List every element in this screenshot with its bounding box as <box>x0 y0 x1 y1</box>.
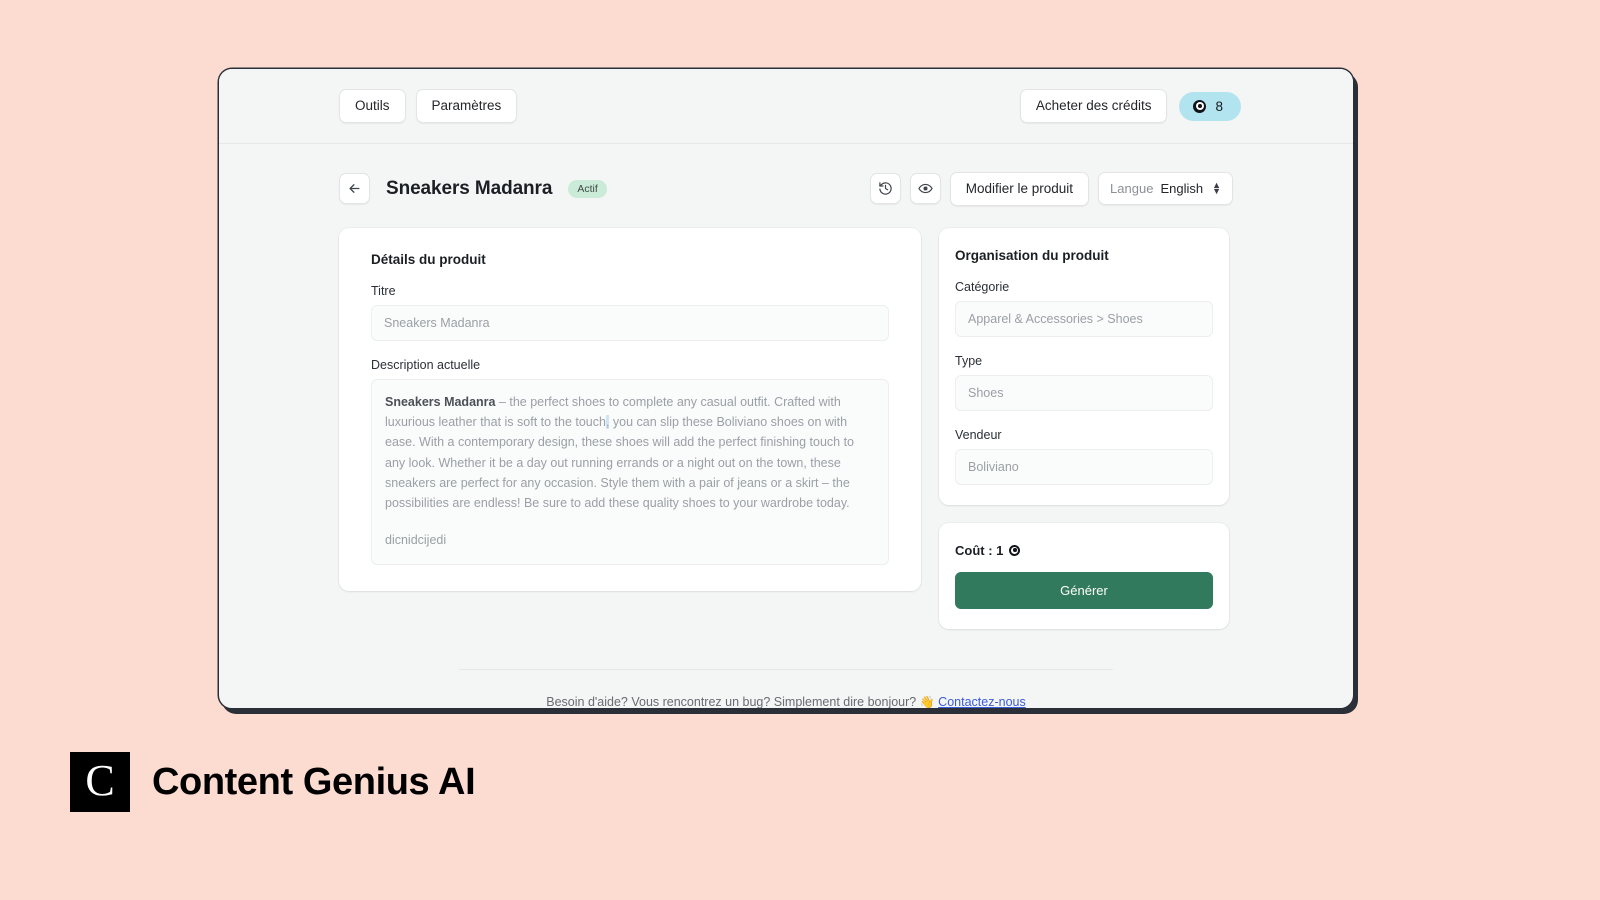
back-button[interactable] <box>339 173 370 205</box>
waving-hand-icon: 👋 <box>919 694 935 709</box>
vendor-field-label: Vendeur <box>955 427 1002 442</box>
description-textarea[interactable]: Sneakers Madanra – the perfect shoes to … <box>371 378 889 566</box>
language-select[interactable]: Langue English ▲ ▼ <box>1098 172 1233 206</box>
language-select-label: Langue <box>1110 181 1154 197</box>
vendor-input[interactable] <box>955 448 1213 485</box>
footer-help-text: Besoin d'aide? Vous rencontrez un bug? S… <box>546 694 917 709</box>
eye-icon <box>918 184 933 194</box>
type-field-label: Type <box>955 353 983 368</box>
brand-name: Content Genius AI <box>152 760 476 803</box>
category-field-label: Catégorie <box>955 279 1010 294</box>
page-header-left: Sneakers Madanra Actif <box>339 173 607 205</box>
description-extra-line: dicnidcijedi <box>385 532 447 547</box>
arrow-left-icon <box>349 184 360 194</box>
contact-link[interactable]: Contactez-nous <box>938 695 1026 709</box>
app-header: Outils Paramètres Acheter des crédits 8 <box>219 69 1353 144</box>
coin-icon <box>1009 544 1021 556</box>
page-root: Outils Paramètres Acheter des crédits 8 <box>0 0 1600 900</box>
brand-logo-icon: C <box>70 752 130 812</box>
description-product-name: Sneakers Madanra <box>385 394 496 409</box>
credits-badge[interactable]: 8 <box>1179 91 1241 121</box>
organisation-title: Organisation du produit <box>955 247 1109 263</box>
buy-credits-button[interactable]: Acheter des crédits <box>1019 89 1168 123</box>
description-body-part2: you can slip these Boliviano shoes on wi… <box>385 414 855 511</box>
description-paragraph: Sneakers Madanra – the perfect shoes to … <box>385 392 875 514</box>
content-columns: Détails du produit Titre Description act… <box>339 227 1233 629</box>
status-badge: Actif <box>568 180 607 198</box>
category-input[interactable] <box>955 300 1213 337</box>
page-header: Sneakers Madanra Actif Modifier le produ… <box>339 144 1233 206</box>
app-header-nav: Outils Paramètres <box>339 89 518 123</box>
app-header-actions: Acheter des crédits 8 <box>1019 89 1241 123</box>
cost-row: Coût : 1 <box>955 543 1213 558</box>
footer-help-line: Besoin d'aide? Vous rencontrez un bug? S… <box>459 695 1113 709</box>
footer: Besoin d'aide? Vous rencontrez un bug? S… <box>459 668 1113 709</box>
product-details-card: Détails du produit Titre Description act… <box>339 227 921 592</box>
product-details-title: Détails du produit <box>371 251 486 267</box>
credits-count: 8 <box>1215 98 1223 114</box>
page-title: Sneakers Madanra <box>386 177 553 199</box>
generate-card: Coût : 1 Générer <box>939 522 1229 629</box>
browser-window: Outils Paramètres Acheter des crédits 8 <box>218 68 1354 709</box>
description-field-label: Description actuelle <box>371 357 481 372</box>
preview-button[interactable] <box>909 173 941 205</box>
brand-logo-letter: C <box>85 755 115 805</box>
tools-button[interactable]: Outils <box>339 89 406 123</box>
title-input[interactable] <box>371 304 889 341</box>
product-organisation-card: Organisation du produit Catégorie Type V… <box>939 227 1229 505</box>
history-icon <box>879 182 892 195</box>
title-field-label: Titre <box>371 283 396 298</box>
main-content: Sneakers Madanra Actif Modifier le produ… <box>219 144 1353 709</box>
brand-lockup: C Content Genius AI <box>70 752 476 812</box>
generate-button[interactable]: Générer <box>955 571 1213 609</box>
cost-label: Coût : 1 <box>955 542 1004 558</box>
type-input[interactable] <box>955 374 1213 411</box>
sidebar-column: Organisation du produit Catégorie Type V… <box>939 227 1229 629</box>
coin-icon <box>1193 99 1207 113</box>
edit-product-button[interactable]: Modifier le produit <box>949 172 1090 206</box>
history-button[interactable] <box>869 173 901 205</box>
language-select-value: English <box>1160 181 1204 197</box>
chevron-updown-icon: ▲ ▼ <box>1212 180 1221 197</box>
settings-button[interactable]: Paramètres <box>415 89 518 123</box>
page-header-actions: Modifier le produit Langue English ▲ ▼ <box>869 172 1233 206</box>
